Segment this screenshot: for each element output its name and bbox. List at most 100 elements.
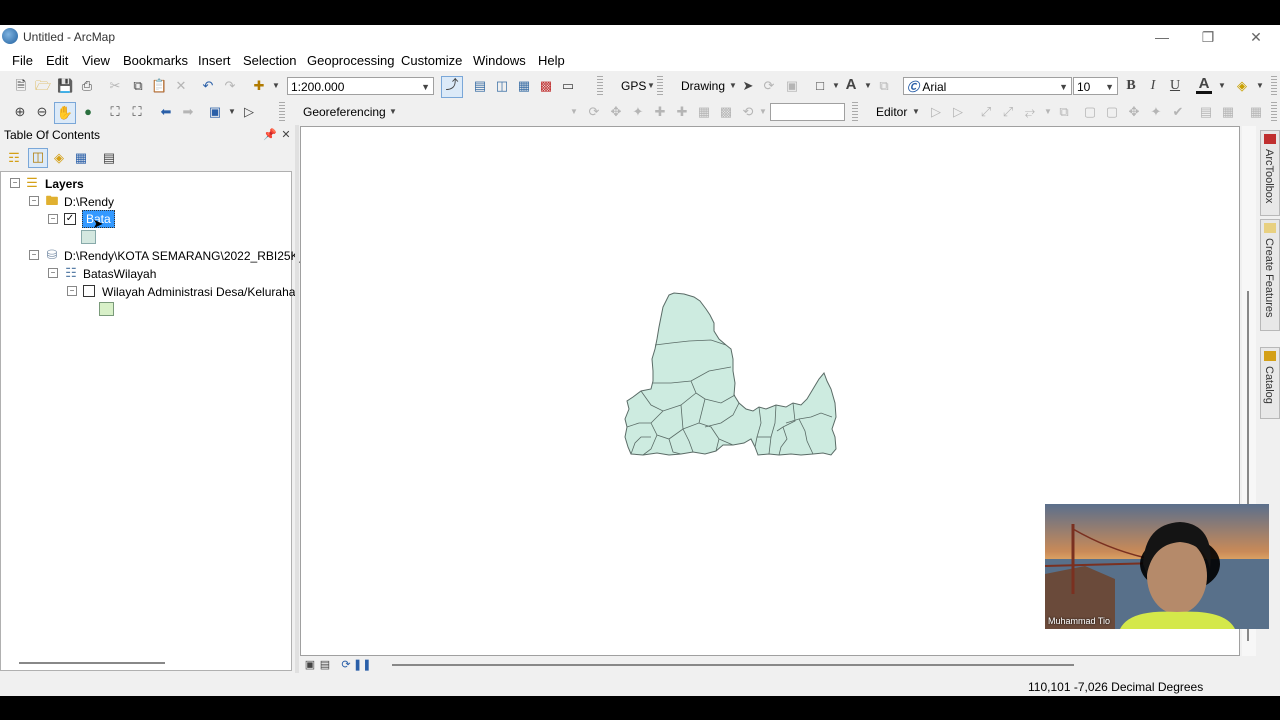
construction-dropdown-icon[interactable]: ▼ bbox=[1040, 104, 1056, 120]
layers-node[interactable]: Layers bbox=[45, 177, 84, 191]
sketch-properties-icon[interactable]: ▤ bbox=[1198, 104, 1214, 120]
layer-symbol-swatch[interactable] bbox=[81, 230, 96, 244]
list-by-drawing-order-icon[interactable]: ☶ bbox=[6, 150, 22, 166]
undo-icon[interactable]: ↶ bbox=[200, 78, 216, 94]
rotate-left-icon[interactable]: ⟲ bbox=[740, 104, 756, 120]
copy-icon[interactable]: ⧉ bbox=[130, 78, 146, 94]
editor-toolbar-toggle-icon[interactable]: ⤴ bbox=[441, 76, 463, 98]
table-of-contents-window-icon[interactable]: ▤ bbox=[472, 78, 488, 94]
adjust-points-icon[interactable]: ✚ bbox=[674, 104, 690, 120]
georeferencing-menu[interactable]: Georeferencing bbox=[303, 105, 386, 119]
underline-button[interactable]: U bbox=[1167, 78, 1183, 94]
paste-icon[interactable]: 📋 bbox=[151, 78, 167, 94]
go-forward-icon[interactable]: ➡ bbox=[180, 104, 196, 120]
minimize-button[interactable]: — bbox=[1142, 27, 1182, 47]
shift-raster-icon[interactable]: ✥ bbox=[608, 104, 624, 120]
layer-symbol-swatch[interactable] bbox=[99, 302, 114, 316]
layout-view-icon[interactable]: ▤ bbox=[317, 657, 333, 673]
save-icon[interactable]: 💾 bbox=[57, 78, 73, 94]
menu-windows[interactable]: Windows bbox=[473, 53, 526, 68]
toolbar-grip[interactable] bbox=[852, 102, 858, 122]
fixed-zoom-in-icon[interactable]: ⛶ bbox=[107, 104, 123, 120]
create-features-icon[interactable]: ▦ bbox=[1220, 104, 1236, 120]
rotate-feature-icon[interactable]: ✦ bbox=[1148, 104, 1164, 120]
layer-visibility-checkbox[interactable] bbox=[83, 285, 95, 297]
reshape-feature-icon[interactable]: ▢ bbox=[1082, 104, 1098, 120]
list-by-visibility-icon[interactable]: ◈ bbox=[51, 150, 67, 166]
refresh-view-icon[interactable]: ⟳ bbox=[338, 657, 354, 673]
toolbar-grip[interactable] bbox=[279, 102, 285, 122]
editor-extra-icon[interactable]: ▦ bbox=[1248, 104, 1264, 120]
text-dropdown-icon[interactable]: ▼ bbox=[860, 78, 876, 94]
trace-icon[interactable]: ⥂ bbox=[1022, 104, 1038, 120]
rotate-raster-icon[interactable]: ⟳ bbox=[586, 104, 602, 120]
add-data-dropdown-icon[interactable]: ▼ bbox=[268, 78, 284, 94]
drawing-menu[interactable]: Drawing bbox=[681, 79, 725, 93]
delete-icon[interactable]: ✕ bbox=[173, 78, 189, 94]
search-window-icon[interactable]: ▦ bbox=[516, 78, 532, 94]
arctoolbox-window-icon[interactable]: ▩ bbox=[538, 78, 554, 94]
rectangle-tool-icon[interactable]: □ bbox=[812, 78, 828, 94]
data-view-icon[interactable]: ▣ bbox=[302, 657, 318, 673]
close-icon[interactable]: ✕ bbox=[278, 127, 294, 143]
edit-annotation-icon[interactable]: ▷ bbox=[950, 104, 966, 120]
drawing-dropdown-icon[interactable]: ▼ bbox=[725, 78, 741, 94]
add-control-points-icon[interactable]: ✚ bbox=[652, 104, 668, 120]
georeferencing-dropdown-icon[interactable]: ▼ bbox=[385, 104, 401, 120]
toolbar-grip[interactable] bbox=[1271, 102, 1277, 122]
auto-registration-icon[interactable]: ✦ bbox=[630, 104, 646, 120]
arctoolbox-dock-tab[interactable]: ArcToolbox bbox=[1260, 130, 1280, 216]
select-features-icon[interactable]: ▣ bbox=[207, 104, 223, 120]
zoom-out-icon[interactable]: ⊖ bbox=[34, 104, 50, 120]
menu-bookmarks[interactable]: Bookmarks bbox=[123, 53, 188, 68]
rectangle-dropdown-icon[interactable]: ▼ bbox=[828, 78, 844, 94]
bold-button[interactable]: B bbox=[1123, 78, 1139, 94]
collapse-icon[interactable]: − bbox=[67, 286, 77, 296]
toc-options-icon[interactable]: ▤ bbox=[101, 150, 117, 166]
list-by-source-icon[interactable]: ◫ bbox=[28, 148, 48, 168]
collapse-icon[interactable]: − bbox=[29, 196, 39, 206]
pan-hand-icon[interactable]: ✋ bbox=[54, 102, 76, 124]
menu-file[interactable]: File bbox=[12, 53, 33, 68]
restore-button[interactable]: ❐ bbox=[1188, 27, 1228, 47]
add-data-icon[interactable]: ✚ bbox=[251, 78, 267, 94]
catalog-dock-tab[interactable]: Catalog bbox=[1260, 347, 1280, 419]
italic-button[interactable]: I bbox=[1145, 78, 1161, 94]
view-link-table-icon[interactable]: ▦ bbox=[696, 104, 712, 120]
menu-help[interactable]: Help bbox=[538, 53, 565, 68]
fill-color-dropdown-icon[interactable]: ▼ bbox=[1252, 78, 1268, 94]
full-extent-globe-icon[interactable]: ● bbox=[80, 104, 96, 120]
go-back-icon[interactable]: ⬅ bbox=[158, 104, 174, 120]
collapse-icon[interactable]: − bbox=[29, 250, 39, 260]
menu-geoprocessing[interactable]: Geoprocessing bbox=[307, 53, 394, 68]
print-icon[interactable]: ⎙ bbox=[79, 78, 95, 94]
editor-dropdown-icon[interactable]: ▼ bbox=[908, 104, 924, 120]
pin-icon[interactable]: 📌 bbox=[262, 127, 278, 143]
editor-menu[interactable]: Editor bbox=[876, 105, 907, 119]
cut-icon[interactable]: ✂ bbox=[107, 78, 123, 94]
rotate-dropdown-icon[interactable]: ▼ bbox=[755, 104, 771, 120]
layer-dropdown-icon[interactable]: ▼ bbox=[566, 104, 582, 120]
python-window-icon[interactable]: ▭ bbox=[560, 78, 576, 94]
collapse-icon[interactable]: − bbox=[10, 178, 20, 188]
edit-vertices-icon[interactable]: ⧉ bbox=[1056, 104, 1072, 120]
font-name-combo[interactable]: Ⓒ Arial ▼ bbox=[903, 77, 1072, 95]
open-folder-icon[interactable]: 🗁 bbox=[35, 78, 51, 94]
straight-segment-icon[interactable]: ⤢ bbox=[978, 104, 994, 120]
new-document-icon[interactable]: 🗎 bbox=[13, 78, 29, 94]
collapse-icon[interactable]: − bbox=[48, 268, 58, 278]
toolbar-grip[interactable] bbox=[597, 76, 603, 96]
select-elements-arrow-icon[interactable]: ➤ bbox=[740, 78, 756, 94]
map-scale-combo[interactable]: 1:200.000 ▼ bbox=[287, 77, 434, 95]
viewer-icon[interactable]: ▩ bbox=[718, 104, 734, 120]
font-color-dropdown-icon[interactable]: ▼ bbox=[1214, 78, 1230, 94]
close-button[interactable]: ✕ bbox=[1236, 27, 1276, 47]
endpoint-arc-icon[interactable]: ⤢ bbox=[1000, 104, 1016, 120]
zoom-in-icon[interactable]: ⊕ bbox=[12, 104, 28, 120]
create-features-dock-tab[interactable]: Create Features bbox=[1260, 219, 1280, 331]
menu-insert[interactable]: Insert bbox=[198, 53, 231, 68]
folder-source-node[interactable]: D:\Rendy bbox=[64, 195, 114, 209]
menu-edit[interactable]: Edit bbox=[46, 53, 68, 68]
rotate-icon[interactable]: ⟳ bbox=[761, 78, 777, 94]
dataset-node[interactable]: BatasWilayah bbox=[83, 267, 156, 281]
